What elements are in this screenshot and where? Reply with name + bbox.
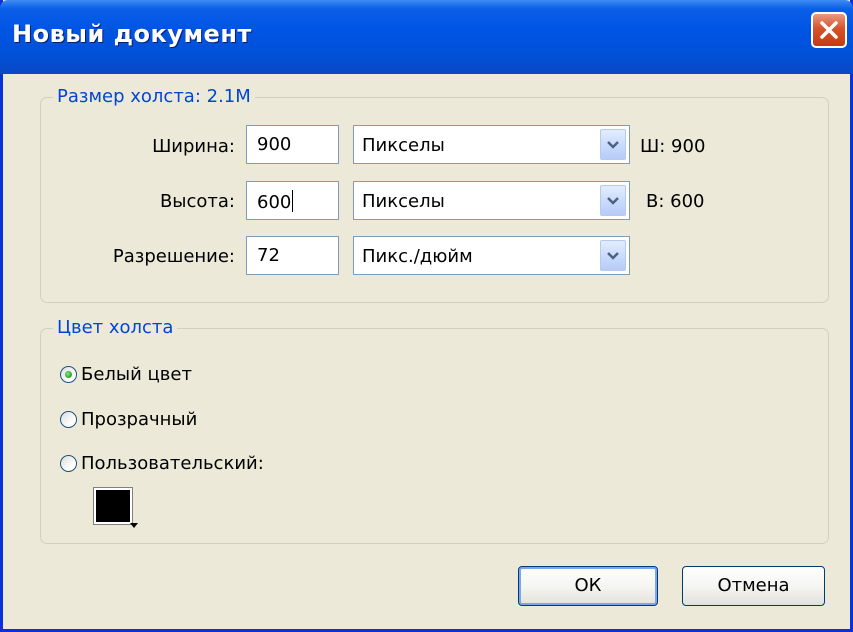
radio-button[interactable] xyxy=(60,411,77,428)
resolution-value: 72 xyxy=(257,245,280,266)
chevron-down-icon xyxy=(607,141,619,149)
resolution-unit-dropdown-button[interactable] xyxy=(600,240,626,271)
title-bar[interactable]: Новый документ xyxy=(0,0,853,74)
height-info: В: 600 xyxy=(646,191,705,212)
resolution-unit-select[interactable]: Пикс./дюйм xyxy=(353,236,630,275)
radio-white-label[interactable]: Белый цвет xyxy=(81,364,192,385)
color-dropdown-arrow-icon xyxy=(130,523,138,528)
close-button[interactable] xyxy=(811,12,847,48)
resolution-input[interactable]: 72 xyxy=(246,236,339,275)
ok-button[interactable]: ОК xyxy=(518,566,658,606)
width-unit-dropdown-button[interactable] xyxy=(600,129,626,160)
width-info: Ш: 900 xyxy=(640,136,706,157)
cancel-button[interactable]: Отмена xyxy=(682,566,825,606)
radio-selected-dot xyxy=(65,371,72,378)
height-unit-select[interactable]: Пикселы xyxy=(353,181,630,220)
radio-custom[interactable]: Пользовательский: xyxy=(60,453,320,477)
width-value: 900 xyxy=(257,134,292,155)
custom-color-picker[interactable] xyxy=(93,487,138,528)
canvas-color-group: Цвет холста xyxy=(40,317,829,544)
width-unit-select[interactable]: Пикселы xyxy=(353,125,630,164)
chevron-down-icon xyxy=(607,252,619,260)
dialog-title: Новый документ xyxy=(12,20,252,48)
height-label: Высота: xyxy=(159,191,235,212)
text-caret xyxy=(292,190,294,212)
height-unit-dropdown-button[interactable] xyxy=(600,185,626,216)
resolution-unit-value: Пикс./дюйм xyxy=(362,246,473,267)
width-input[interactable]: 900 xyxy=(246,125,339,164)
radio-white[interactable]: Белый цвет xyxy=(60,364,260,388)
height-input[interactable]: 600 xyxy=(246,181,339,220)
width-unit-value: Пикселы xyxy=(362,135,445,156)
radio-transparent[interactable]: Прозрачный xyxy=(60,409,260,433)
radio-custom-label[interactable]: Пользовательский: xyxy=(81,453,264,474)
radio-button[interactable] xyxy=(60,366,77,383)
height-unit-value: Пикселы xyxy=(362,191,445,212)
canvas-size-title: Размер холста: 2.1M xyxy=(53,86,255,107)
radio-transparent-label[interactable]: Прозрачный xyxy=(81,409,197,430)
width-label: Ширина: xyxy=(152,136,235,157)
chevron-down-icon xyxy=(607,197,619,205)
new-document-dialog: Новый документ Размер холста: 2.1M Ширин… xyxy=(0,0,853,632)
radio-button[interactable] xyxy=(60,455,77,472)
color-swatch-fill xyxy=(93,487,133,525)
canvas-color-title: Цвет холста xyxy=(53,317,178,338)
close-icon xyxy=(820,21,838,39)
height-value: 600 xyxy=(257,192,292,213)
resolution-label: Разрешение: xyxy=(112,246,235,267)
